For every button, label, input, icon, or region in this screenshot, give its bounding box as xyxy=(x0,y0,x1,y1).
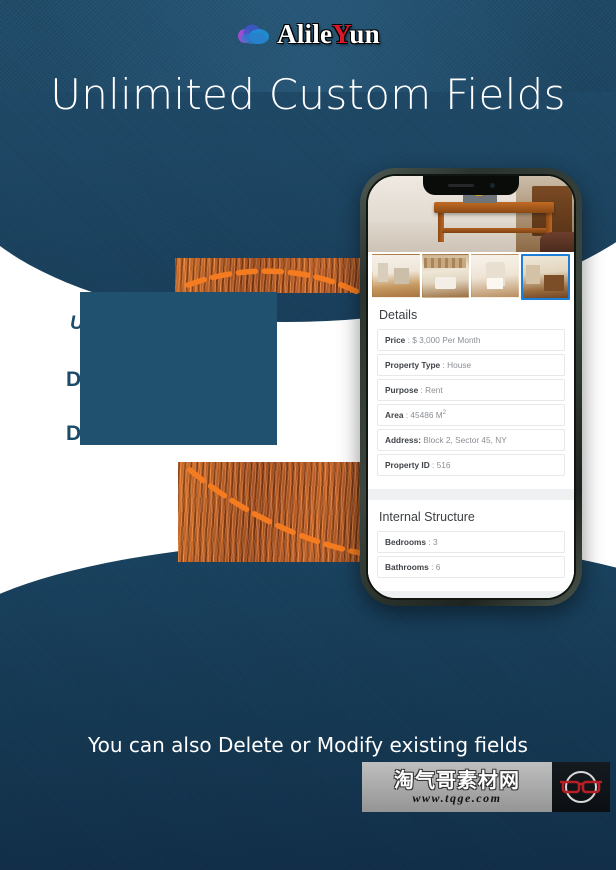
internal-value-bathrooms: 6 xyxy=(435,562,441,572)
phone-mockup: Details Price : $ 3,000 Per Month Proper… xyxy=(360,168,582,606)
logo-text-part2: un xyxy=(349,18,380,49)
orange-texture-block-bottom xyxy=(178,462,374,562)
detail-value-address: Block 2, Sector 45, NY xyxy=(423,435,507,445)
thumbnail-lounge[interactable] xyxy=(520,254,570,300)
thumbnail-bedroom-canopy[interactable] xyxy=(471,254,519,298)
thumbnail-living-room[interactable] xyxy=(372,254,420,298)
orange-texture-block-top xyxy=(175,258,371,293)
phone-screen: Details Price : $ 3,000 Per Month Proper… xyxy=(366,174,576,600)
details-title: Details xyxy=(379,308,418,322)
page-title: Unlimited Custom Fields xyxy=(50,70,566,119)
brand-logo: AlileYun xyxy=(0,16,616,52)
speaker-icon xyxy=(447,184,474,187)
internal-row-bedrooms[interactable]: Bedrooms : 3 xyxy=(377,531,565,553)
glasses-icon xyxy=(552,762,610,812)
brand-logo-text: AlileYun xyxy=(277,18,380,49)
details-card: Details Price : $ 3,000 Per Month Proper… xyxy=(368,298,574,489)
internal-structure-title: Internal Structure xyxy=(379,510,475,524)
detail-row-property-id[interactable]: Property ID : 516 xyxy=(377,454,565,476)
thumbnail-strip xyxy=(368,252,574,300)
detail-value-area: 45486 M xyxy=(410,410,443,420)
watermark-text-block: 淘气哥素材网 www.tqge.com xyxy=(362,762,552,812)
detail-value-purpose: Rent xyxy=(425,385,443,395)
detail-label-purpose: Purpose xyxy=(385,385,419,395)
watermark: 淘气哥素材网 www.tqge.com xyxy=(362,762,610,812)
detail-row-purpose[interactable]: Purpose : Rent xyxy=(377,379,565,401)
detail-label-address: Address: xyxy=(385,435,421,445)
section-divider xyxy=(368,489,574,500)
watermark-url: www.tqge.com xyxy=(412,791,502,805)
hero-table-shelf xyxy=(442,228,547,233)
detail-label-area: Area xyxy=(385,410,404,420)
internal-sep-bathrooms: : xyxy=(428,562,436,572)
cloud-icon xyxy=(236,23,270,45)
detail-label-property-id: Property ID xyxy=(385,460,430,470)
internal-value-bedrooms: 3 xyxy=(432,537,438,547)
internal-sep-bedrooms: : xyxy=(426,537,433,547)
hero-table-top xyxy=(433,202,554,213)
listing-content: Details Price : $ 3,000 Per Month Proper… xyxy=(368,298,574,598)
internal-structure-card: Internal Structure Bedrooms : 3 Bathroom… xyxy=(368,500,574,591)
logo-text-part1: Alile xyxy=(277,18,333,49)
detail-row-address[interactable]: Address: Block 2, Sector 45, NY xyxy=(377,429,565,451)
redaction-overlay xyxy=(80,292,277,445)
internal-label-bedrooms: Bedrooms xyxy=(385,537,427,547)
hero-table-leg-left xyxy=(438,212,445,242)
detail-value-property-type: House xyxy=(447,360,472,370)
detail-row-area[interactable]: Area : 45486 M2 xyxy=(377,404,565,426)
detail-value-property-id: 516 xyxy=(436,460,451,470)
detail-label-property-type: Property Type xyxy=(385,360,441,370)
detail-sep-property-id: : xyxy=(429,460,437,470)
detail-row-price[interactable]: Price : $ 3,000 Per Month xyxy=(377,329,565,351)
footer-caption: You can also Delete or Modify existing f… xyxy=(88,733,528,757)
internal-row-bathrooms[interactable]: Bathrooms : 6 xyxy=(377,556,565,578)
camera-icon xyxy=(489,183,495,188)
detail-value-price: $ 3,000 Per Month xyxy=(412,335,481,345)
detail-row-property-type[interactable]: Property Type : House xyxy=(377,354,565,376)
hero-rug xyxy=(540,232,574,252)
logo-text-accent: Y xyxy=(332,18,350,49)
thumbnail-bedroom-beams[interactable] xyxy=(421,254,469,298)
internal-label-bathrooms: Bathrooms xyxy=(385,562,429,572)
watermark-chinese: 淘气哥素材网 xyxy=(394,768,520,792)
detail-value-area-exponent: 2 xyxy=(442,410,447,417)
detail-label-price: Price xyxy=(385,335,406,345)
phone-notch xyxy=(423,176,519,195)
